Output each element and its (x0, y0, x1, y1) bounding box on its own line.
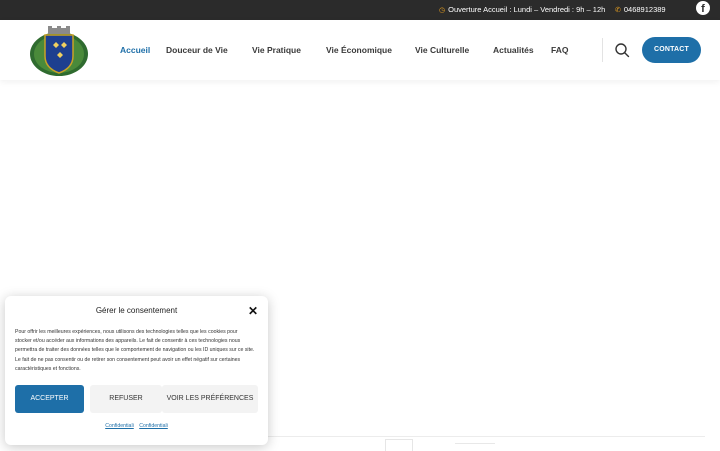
opening-hours: ◷ Ouverture Accueil : Lundi – Vendredi :… (439, 5, 605, 14)
nav-item-accueil[interactable]: Accueil (120, 45, 150, 55)
decorative-line (455, 443, 495, 444)
clock-icon: ◷ (439, 6, 446, 14)
facebook-icon[interactable]: f (696, 1, 710, 15)
phone-icon: ✆ (615, 6, 621, 14)
town-coat-of-arms-logo[interactable] (28, 22, 90, 78)
nav-item-actualites[interactable]: Actualités (493, 45, 534, 55)
privacy-policy-link-1[interactable]: Confidentiali (105, 423, 134, 429)
top-info-bar: ◷ Ouverture Accueil : Lundi – Vendredi :… (0, 0, 720, 20)
privacy-policy-link-2[interactable]: Confidentiali (139, 423, 168, 429)
header-divider (602, 38, 603, 62)
decorative-outline (385, 439, 413, 451)
phone-number-text[interactable]: 0468912389 (624, 5, 666, 14)
search-icon[interactable] (614, 42, 630, 58)
accept-button[interactable]: ACCEPTER (15, 385, 84, 413)
nav-item-vie-pratique[interactable]: Vie Pratique (252, 45, 301, 55)
nav-item-vie-economique[interactable]: Vie Économique (326, 45, 392, 55)
nav-item-vie-culturelle[interactable]: Vie Culturelle (415, 45, 469, 55)
close-icon[interactable]: ✕ (247, 305, 259, 317)
nav-item-douceur-de-vie[interactable]: Douceur de Vie (166, 45, 228, 55)
cookie-consent-dialog: Gérer le consentement ✕ Pour offrir les … (5, 296, 268, 445)
consent-title: Gérer le consentement (95, 306, 178, 315)
phone-number[interactable]: ✆ 0468912389 (615, 5, 666, 14)
contact-button[interactable]: CONTACT (642, 37, 701, 63)
refuse-button[interactable]: REFUSER (90, 385, 162, 413)
site-header: Accueil Douceur de Vie Vie Pratique Vie … (0, 20, 720, 80)
nav-item-faq[interactable]: FAQ (551, 45, 568, 55)
consent-description: Pour offrir les meilleures expériences, … (15, 329, 255, 372)
opening-hours-text: Ouverture Accueil : Lundi – Vendredi : 9… (448, 5, 606, 14)
policy-links: Confidentiali Confidentiali (5, 423, 268, 429)
view-preferences-button[interactable]: VOIR LES PRÉFÉRENCES (162, 385, 258, 413)
